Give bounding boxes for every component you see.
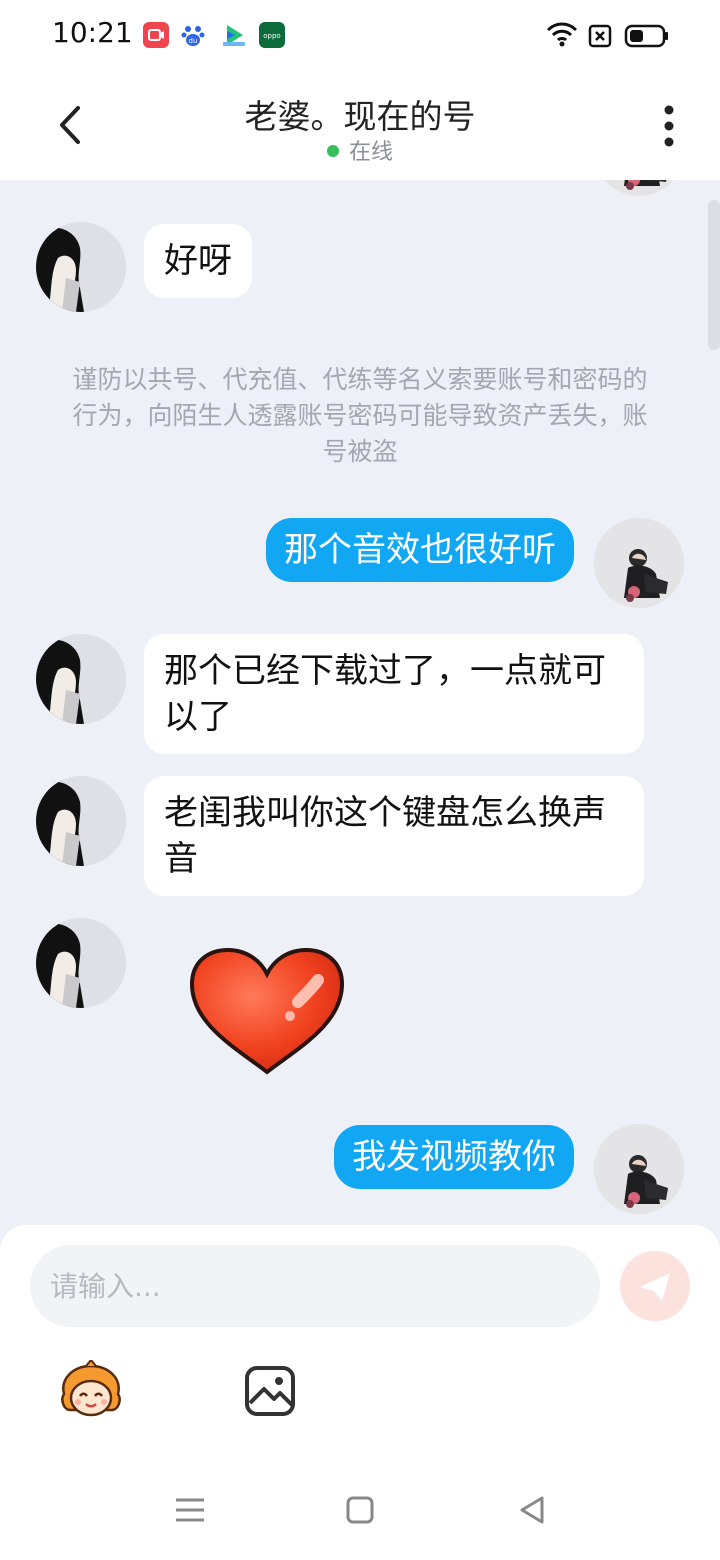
system-nav-bar bbox=[0, 1470, 720, 1560]
home-icon bbox=[346, 1496, 374, 1524]
sticker-button[interactable] bbox=[56, 1358, 126, 1422]
friend-avatar[interactable] bbox=[36, 918, 126, 1008]
chat-header: 老婆。现在的号 在线 bbox=[0, 72, 720, 180]
status-bar: 10:21 du oppo bbox=[0, 0, 720, 72]
security-notice: 谨防以共号、代充值、代练等名义索要账号和密码的行为，向陌生人透露账号密码可能导致… bbox=[72, 365, 648, 466]
online-dot-icon bbox=[326, 145, 339, 157]
message-bubble-outgoing[interactable]: 那个音效也很好听 bbox=[266, 518, 574, 582]
emoji-sticker-icon bbox=[61, 1358, 121, 1417]
self-avatar[interactable] bbox=[594, 518, 684, 608]
menu-icon bbox=[176, 1498, 204, 1522]
friend-avatar[interactable] bbox=[36, 222, 126, 312]
menu-button[interactable] bbox=[170, 1490, 210, 1530]
status-time: 10:21 bbox=[52, 16, 133, 49]
send-button[interactable] bbox=[620, 1251, 690, 1321]
svg-text:oppo: oppo bbox=[263, 32, 280, 40]
scroll-indicator[interactable] bbox=[708, 200, 720, 350]
image-button[interactable] bbox=[244, 1365, 296, 1417]
friend-avatar[interactable] bbox=[36, 776, 126, 866]
no-sim-icon bbox=[588, 24, 612, 52]
heart-icon bbox=[189, 947, 345, 1075]
back-icon bbox=[520, 1496, 544, 1524]
message-input[interactable] bbox=[30, 1245, 600, 1327]
home-button[interactable] bbox=[340, 1490, 380, 1530]
wifi-icon bbox=[546, 20, 578, 52]
image-icon bbox=[245, 1366, 295, 1416]
message-bubble-incoming[interactable]: 好呀 bbox=[144, 224, 252, 298]
message-bubble-incoming[interactable]: 那个已经下载过了，一点就可以了 bbox=[144, 634, 644, 754]
chat-title: 老婆。现在的号 bbox=[244, 97, 476, 136]
more-options-button[interactable] bbox=[654, 104, 684, 148]
friend-avatar[interactable] bbox=[36, 634, 126, 724]
battery-icon bbox=[624, 24, 670, 52]
presence-status: 在线 bbox=[0, 134, 720, 166]
message-bubble-incoming[interactable]: 老闺我叫你这个键盘怎么换声音 bbox=[144, 776, 644, 896]
send-icon bbox=[640, 1273, 670, 1301]
svg-text:du: du bbox=[189, 37, 198, 45]
heart-sticker[interactable] bbox=[186, 944, 348, 1080]
nav-back-button[interactable] bbox=[512, 1490, 552, 1530]
presence-label: 在线 bbox=[348, 140, 393, 165]
more-vertical-icon bbox=[664, 105, 674, 147]
baidu-paw-icon: du bbox=[180, 22, 206, 48]
oppo-icon: oppo bbox=[259, 22, 285, 48]
video-play-icon bbox=[221, 22, 247, 48]
screen-record-icon bbox=[143, 22, 169, 48]
message-bubble-outgoing[interactable]: 我发视频教你 bbox=[334, 1125, 574, 1189]
self-avatar[interactable] bbox=[594, 1124, 684, 1214]
